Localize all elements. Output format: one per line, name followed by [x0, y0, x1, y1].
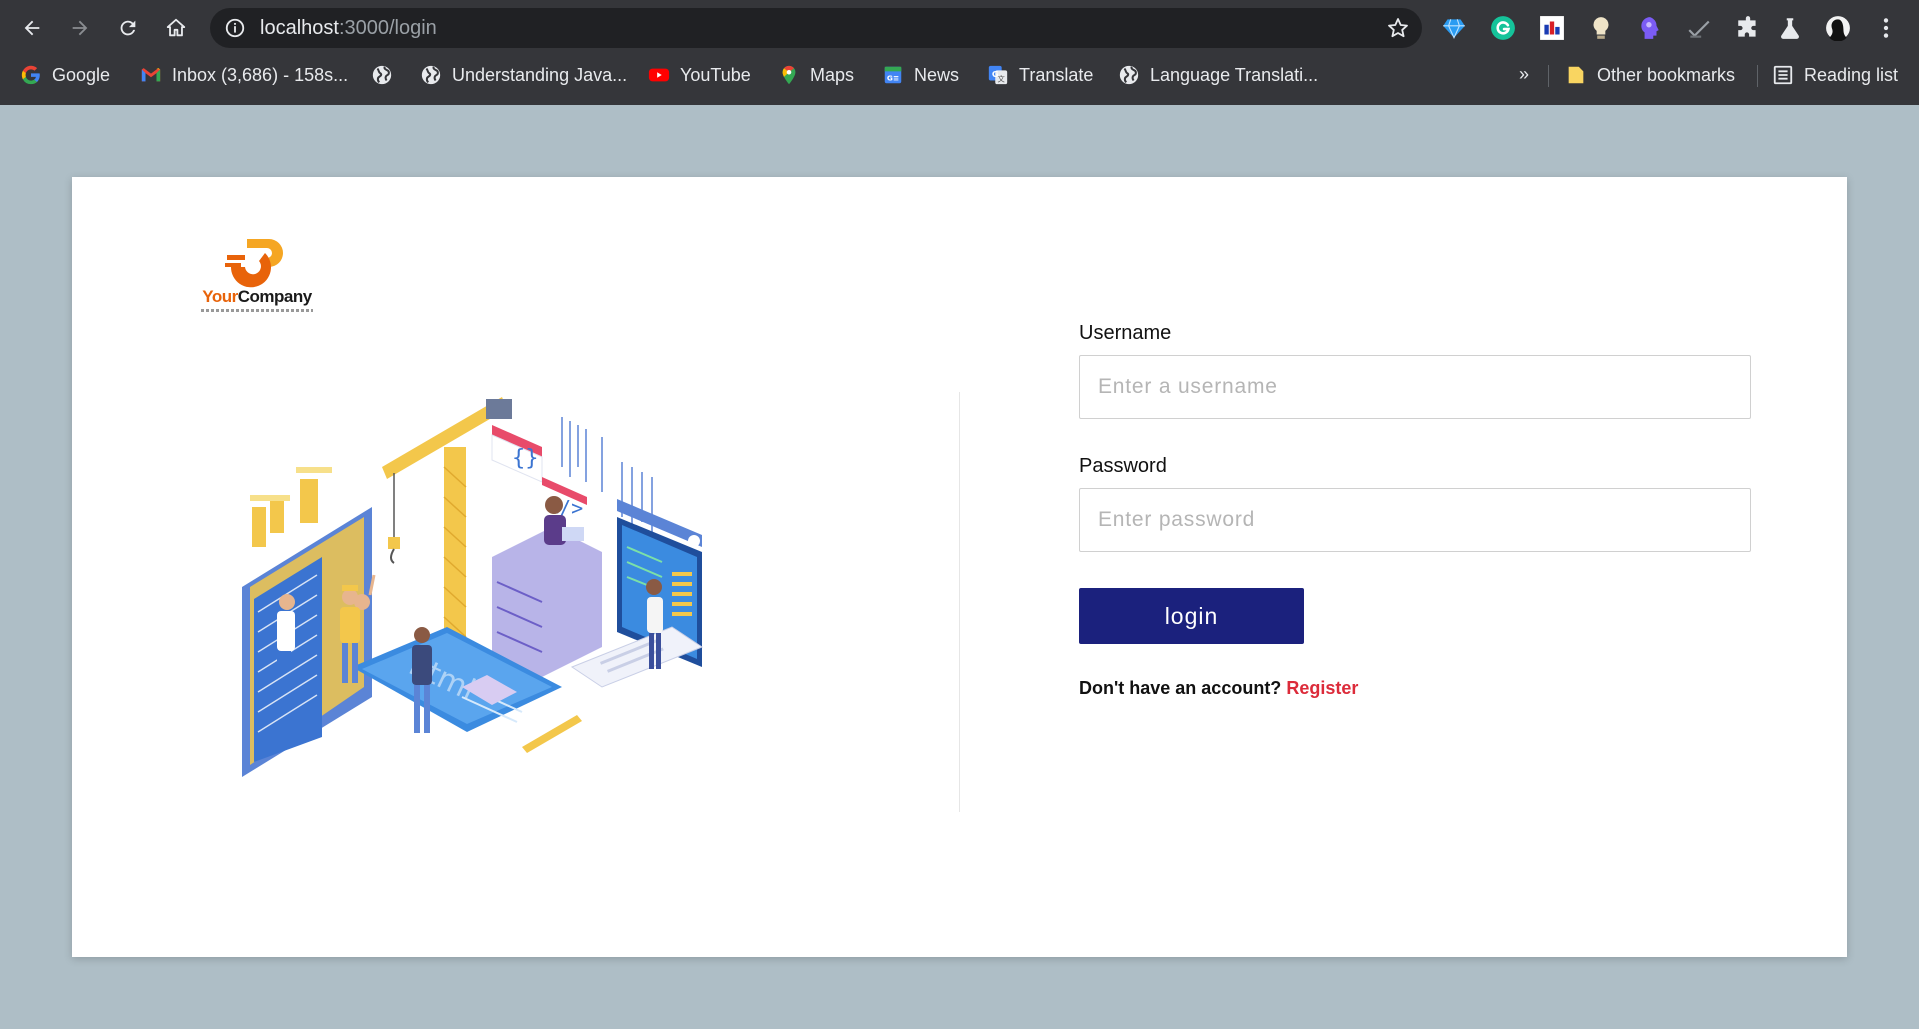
profile-avatar-icon[interactable] [1824, 14, 1852, 42]
bookmark-understanding-java[interactable]: Understanding Java... [420, 56, 627, 94]
bookmark-star-icon[interactable] [1386, 16, 1410, 40]
login-form: Username Password login Don't have an ac… [1079, 322, 1751, 699]
globe-icon [420, 64, 442, 86]
folder-icon [1565, 64, 1587, 86]
svg-text:文: 文 [998, 74, 1006, 83]
extension-diamond-icon[interactable] [1440, 14, 1468, 42]
news-icon: G≡ [882, 64, 904, 86]
globe-icon [371, 64, 393, 86]
extensions-puzzle-icon[interactable] [1734, 14, 1762, 42]
bookmark-label: Inbox (3,686) - 158s... [172, 64, 349, 85]
forward-button[interactable] [64, 12, 96, 44]
url-host: localhost [260, 17, 339, 39]
bookmarks-bar: Google Inbox (3,686) - 158s... Understan… [0, 56, 1919, 105]
home-icon [166, 18, 186, 37]
bookmark-language-translation[interactable]: Language Translati... [1118, 56, 1318, 94]
web-construction-illustration: {} </> html [242, 397, 704, 777]
reload-button[interactable] [112, 12, 144, 44]
more-bookmarks-button[interactable]: » [1519, 64, 1529, 85]
svg-text:G≡: G≡ [887, 74, 899, 83]
register-link[interactable]: Register [1286, 678, 1358, 698]
extension-check-icon[interactable] [1685, 14, 1713, 42]
bookmark-maps[interactable]: Maps [778, 56, 854, 94]
no-account-text: Don't have an account? [1079, 678, 1282, 698]
youtube-icon [648, 64, 670, 86]
extension-head-icon[interactable] [1636, 14, 1664, 42]
globe-icon [1118, 64, 1140, 86]
translate-icon: G文 [987, 64, 1009, 86]
company-slogan-dots [201, 309, 313, 312]
reload-icon [120, 20, 136, 36]
username-input[interactable] [1079, 355, 1751, 419]
bookmark-label: Other bookmarks [1597, 64, 1736, 85]
home-button[interactable] [160, 12, 192, 44]
reading-list-icon [1772, 64, 1794, 86]
register-prompt: Don't have an account? Register [1079, 678, 1751, 699]
bookmark-label: Reading list [1804, 64, 1899, 85]
browser-menu-icon[interactable] [1872, 14, 1900, 42]
bookmark-label: News [914, 64, 960, 85]
bookmark-translate[interactable]: G文 Translate [987, 56, 1093, 94]
bookmark-label: Translate [1019, 64, 1094, 85]
back-button[interactable] [16, 12, 48, 44]
browser-toolbar: localhost:3000/login [0, 0, 1919, 56]
password-label: Password [1079, 455, 1167, 477]
company-logo: YourCompany [187, 233, 327, 319]
gmail-icon [140, 64, 162, 86]
bookmark-inbox[interactable]: Inbox (3,686) - 158s... [140, 56, 348, 94]
company-name-part1: Your [202, 287, 238, 306]
url-text: localhost:3000/login [260, 8, 437, 48]
address-bar[interactable]: localhost:3000/login [210, 8, 1422, 48]
back-arrow-icon [24, 20, 40, 36]
bookmark-news[interactable]: G≡ News [882, 56, 959, 94]
bookmark-label: Understanding Java... [452, 64, 628, 85]
site-info-icon[interactable] [224, 17, 246, 39]
svg-text:{}: {} [512, 446, 539, 471]
bookmark-globe[interactable] [371, 56, 393, 94]
forward-arrow-icon [72, 20, 88, 36]
bookmark-separator [1548, 65, 1549, 87]
grammarly-icon[interactable] [1489, 14, 1517, 42]
url-path: :3000/login [338, 17, 437, 39]
code-window-illustration: {} </> [491, 417, 653, 537]
username-label: Username [1079, 322, 1172, 344]
lightbulb-icon[interactable] [1587, 14, 1615, 42]
vertical-divider [959, 392, 960, 812]
bookmark-label: YouTube [680, 64, 751, 85]
company-name-part2: Company [237, 287, 312, 306]
browser-chrome: localhost:3000/login Google Inbox (3,686… [0, 0, 1919, 105]
bookmark-label: Maps [810, 64, 855, 85]
google-icon [20, 64, 42, 86]
password-input[interactable] [1079, 488, 1751, 552]
login-button[interactable]: login [1079, 588, 1304, 644]
bookmark-label: Google [52, 64, 111, 85]
bookmark-label: Language Translati... [1150, 64, 1319, 85]
bookmark-other-folder[interactable]: Other bookmarks [1565, 56, 1735, 94]
company-name: YourCompany [187, 287, 327, 307]
labs-flask-icon[interactable] [1776, 14, 1804, 42]
bookmark-separator [1757, 65, 1758, 87]
reading-list-button[interactable]: Reading list [1772, 56, 1898, 94]
company-logo-icon [225, 239, 283, 288]
login-card: YourCompany {} </> html Username Enter a… [72, 177, 1847, 957]
maps-icon [778, 64, 800, 86]
extension-flag-icon[interactable] [1538, 14, 1566, 42]
bookmark-youtube[interactable]: YouTube [648, 56, 751, 94]
bookmark-google[interactable]: Google [20, 56, 110, 94]
